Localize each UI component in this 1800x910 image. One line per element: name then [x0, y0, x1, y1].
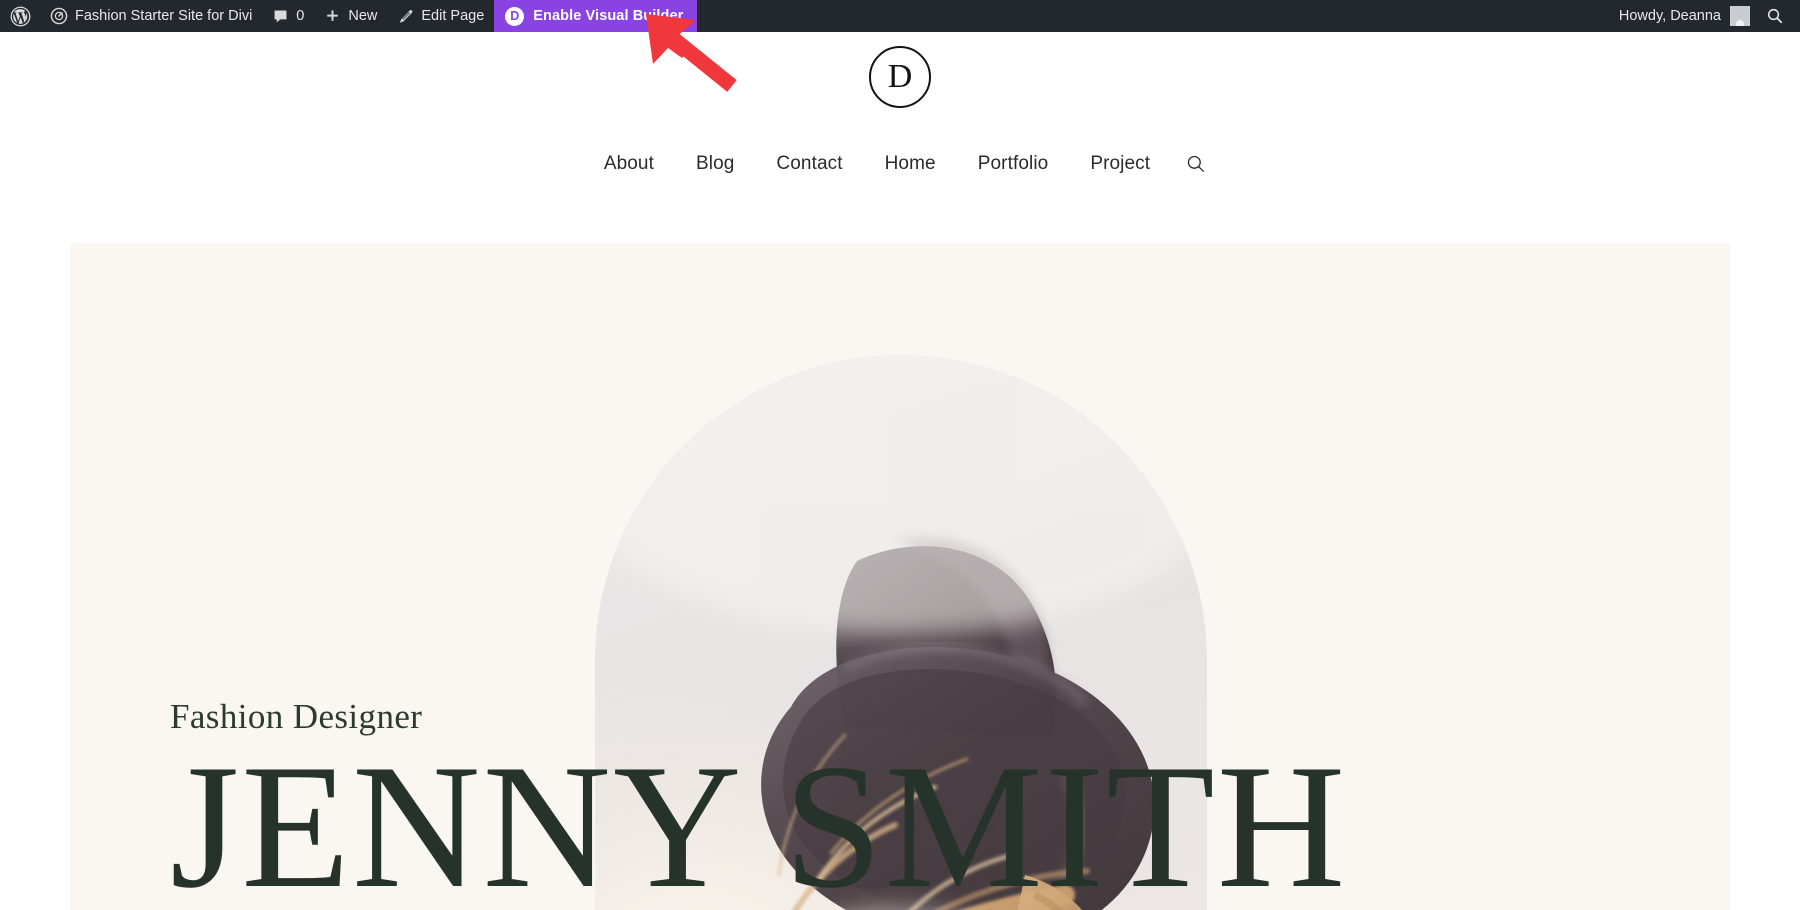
edit-page-label: Edit Page — [421, 7, 485, 24]
main-navigation: About Blog Contact Home Portfolio Projec… — [0, 147, 1800, 181]
user-avatar-icon — [1730, 6, 1750, 26]
site-name-button[interactable]: Fashion Starter Site for Divi — [40, 0, 262, 32]
nav-item-home[interactable]: Home — [864, 147, 957, 181]
hero-section: Fashion Designer JENNY SMITH — [70, 243, 1730, 910]
enable-visual-builder-label: Enable Visual Builder — [533, 7, 684, 24]
woman-in-wide-brim-hat-photo — [595, 355, 1207, 910]
account-menu-button[interactable]: Howdy, Deanna — [1609, 0, 1756, 32]
comment-bubble-icon — [272, 8, 289, 25]
divi-badge-icon: D — [505, 6, 525, 26]
comments-button[interactable]: 0 — [262, 0, 314, 32]
pencil-icon — [397, 8, 414, 25]
divi-circle-logo: D — [869, 46, 931, 108]
nav-item-contact[interactable]: Contact — [755, 147, 863, 181]
search-icon — [1766, 7, 1784, 25]
site-logo[interactable]: D — [869, 46, 931, 108]
wp-admin-bar: Fashion Starter Site for Divi 0 New Edit… — [0, 0, 1800, 32]
nav-search-button[interactable] — [1171, 147, 1217, 181]
new-content-label: New — [348, 7, 378, 24]
nav-item-blog[interactable]: Blog — [675, 147, 755, 181]
enable-visual-builder-button[interactable]: D Enable Visual Builder — [494, 0, 698, 32]
howdy-label: Howdy, Deanna — [1618, 7, 1721, 24]
wordpress-logo-icon — [10, 6, 31, 27]
site-logo-letter: D — [887, 57, 913, 95]
site-header: D About Blog Contact Home Portfolio Proj… — [0, 32, 1800, 242]
comments-count: 0 — [296, 7, 305, 24]
admin-search-button[interactable] — [1756, 0, 1800, 32]
nav-item-portfolio[interactable]: Portfolio — [957, 147, 1070, 181]
admin-bar-spacer — [697, 0, 1609, 32]
nav-item-about[interactable]: About — [583, 147, 675, 181]
edit-page-button[interactable]: Edit Page — [387, 0, 494, 32]
wordpress-logo-button[interactable] — [0, 0, 40, 32]
new-content-button[interactable]: New — [314, 0, 387, 32]
site-name-label: Fashion Starter Site for Divi — [75, 7, 253, 24]
hero-photo — [595, 355, 1207, 910]
dashboard-icon — [50, 7, 68, 25]
plus-icon — [324, 8, 341, 25]
nav-item-project[interactable]: Project — [1069, 147, 1171, 181]
